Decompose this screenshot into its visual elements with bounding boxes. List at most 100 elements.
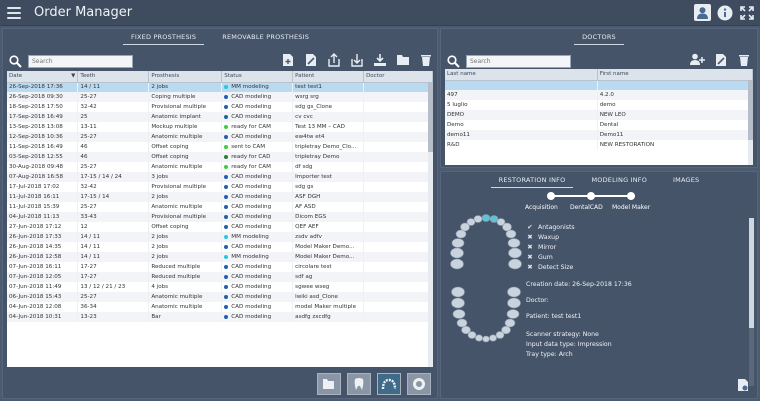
search-icon[interactable]: [447, 54, 460, 68]
table-row[interactable]: 27-Jun-2018 17:12 12 Offset coping CAD mode…: [7, 222, 433, 232]
edit-order-icon[interactable]: [302, 51, 319, 68]
table-row[interactable]: DEMO NEW LEO: [445, 110, 753, 120]
table-row[interactable]: 11-Sep-2018 16:49 46 Offset coping sent to …: [7, 142, 433, 152]
cell-patient: circolare test: [292, 262, 365, 272]
table-row[interactable]: demo11 Demo11: [445, 130, 753, 140]
info-icon[interactable]: [716, 4, 733, 21]
cell-patient: Model Maker Demo...: [292, 252, 365, 262]
cell-doctor: [363, 112, 433, 122]
orders-scrollbar[interactable]: [428, 82, 433, 367]
doctors-scrollbar-thumb[interactable]: [748, 80, 753, 140]
report-icon[interactable]: [737, 378, 749, 394]
add-doctor-icon[interactable]: [689, 51, 706, 68]
table-row[interactable]: 04-Jun-2018 10:31 13-23 Bar CAD modeling asd…: [7, 312, 433, 322]
folder-icon[interactable]: [394, 51, 411, 68]
status-dot: [224, 274, 229, 279]
view-buttons: [317, 373, 431, 395]
restoration-details: ✔ Antagonists ✖ Waxup ✖ Mirror ✖ Gum ✖ Detect…: [526, 222, 741, 360]
table-row[interactable]: 07-Aug-2018 16:58 17-15 / 14 / 24 3 jobs CA…: [7, 172, 433, 182]
status-dot: [224, 164, 229, 169]
table-row[interactable]: 04-Jun-2018 12:08 36-34 Anatomic multiple C…: [7, 302, 433, 312]
table-row[interactable]: 17-Jul-2018 17:02 32-42 Provisional multip…: [7, 182, 433, 192]
table-row[interactable]: 07-Jun-2018 11:49 13 / 12 / 21 / 23 4 jobs…: [7, 282, 433, 292]
table-row[interactable]: 17-Sep-2018 16:49 25 Anatomic implant CAD m…: [7, 112, 433, 122]
table-row[interactable]: 13-Sep-2018 13:08 13-11 Mockup multiple rea…: [7, 122, 433, 132]
user-icon[interactable]: [694, 4, 711, 21]
cell-date: 26-Jun-2018 17:33: [7, 232, 79, 242]
table-row[interactable]: 26-Jun-2018 17:33 14 / 11 2 jobs MM modelin…: [7, 232, 433, 242]
cell-status: ready for CAM: [221, 162, 294, 172]
table-row[interactable]: 5 luglio demo: [445, 100, 753, 110]
tab-removable-prosthesis[interactable]: REMOVABLE PROSTHESIS: [214, 31, 317, 45]
scan-view-button[interactable]: [407, 373, 431, 395]
cell-first-name: Demo11: [597, 130, 753, 140]
fullscreen-icon[interactable]: [738, 4, 755, 21]
table-row[interactable]: Demo Dental: [445, 120, 753, 130]
table-row[interactable]: 26-Sep-2018 17:36 14 / 11 2 jobs MM modelin…: [7, 82, 433, 92]
new-order-icon[interactable]: [279, 51, 296, 68]
cell-date: 04-Jul-2018 11:13: [7, 212, 79, 222]
table-row[interactable]: 12-Sep-2018 10:36 25-27 Anatomic multiple C…: [7, 132, 433, 142]
column-patient[interactable]: Patient: [292, 71, 365, 83]
info-scrollbar[interactable]: [749, 218, 754, 386]
cell-teeth: 17-27: [77, 272, 150, 282]
table-row[interactable]: 497 4.2.0: [445, 90, 753, 100]
table-row[interactable]: 11-Jul-2018 16:11 17-15 / 14 2 jobs CAD mod…: [7, 192, 433, 202]
column-last-name[interactable]: Last name: [445, 69, 598, 81]
orders-scrollbar-thumb[interactable]: [428, 82, 433, 152]
doctors-scrollbar[interactable]: [748, 80, 753, 165]
info-scrollbar-thumb[interactable]: [749, 218, 754, 328]
table-row[interactable]: 03-Sep-2018 12:55 46 Offset coping ready fo…: [7, 152, 433, 162]
tab-images[interactable]: IMAGES: [665, 174, 707, 188]
table-row[interactable]: 26-Sep-2018 09:30 25-27 Coping multiple CAD…: [7, 92, 433, 102]
column-first-name[interactable]: First name: [597, 69, 753, 81]
cell-prosthesis: Anatomic multiple: [148, 162, 223, 172]
edit-doctor-icon[interactable]: [712, 51, 729, 68]
prosthesis-tabs: FIXED PROSTHESIS REMOVABLE PROSTHESIS: [3, 31, 437, 45]
column-prosthesis[interactable]: Prosthesis: [148, 71, 223, 83]
table-row[interactable]: 07-Jun-2018 12:05 17-27 Reduced multiple CA…: [7, 272, 433, 282]
arch-view-button[interactable]: [377, 373, 401, 395]
cell-doctor: [363, 102, 433, 112]
tab-fixed-prosthesis[interactable]: FIXED PROSTHESIS: [122, 31, 205, 45]
delete-icon[interactable]: [417, 51, 434, 68]
cell-patient: wsrg srg: [292, 92, 365, 102]
tab-doctors[interactable]: DOCTORS: [574, 31, 624, 45]
delete-doctor-icon[interactable]: [735, 51, 752, 68]
cell-status: CAD modeling: [221, 292, 294, 302]
creation-date: Creation date: 26-Sep-2018 17:36: [526, 281, 632, 288]
status-text: CAD modeling: [231, 304, 272, 310]
cell-teeth: 12: [77, 222, 150, 232]
menu-icon[interactable]: [7, 7, 21, 19]
column-teeth[interactable]: Teeth: [77, 71, 150, 83]
download-icon[interactable]: [371, 51, 388, 68]
orders-search-input[interactable]: [28, 54, 133, 68]
import-icon[interactable]: [348, 51, 365, 68]
table-row[interactable]: 04-Jul-2018 11:13 33-43 Provisional multip…: [7, 212, 433, 222]
cell-patient: df sdg: [292, 162, 365, 172]
table-row[interactable]: 18-Sep-2018 17:50 32-42 Provisional multip…: [7, 102, 433, 112]
table-row[interactable]: 06-Jun-2018 15:43 25-27 Anatomic multiple C…: [7, 292, 433, 302]
status-text: ready for CAM: [231, 164, 271, 170]
table-row[interactable]: 07-Jun-2018 16:11 17-27 Reduced multiple CA…: [7, 262, 433, 272]
doctors-search-input[interactable]: [466, 54, 571, 68]
cell-doctor: [363, 152, 433, 162]
tooth-view-button[interactable]: [347, 373, 371, 395]
column-doctor[interactable]: Doctor: [363, 71, 433, 83]
tab-restoration-info[interactable]: RESTORATION INFO: [490, 174, 574, 188]
table-row[interactable]: 26-Jun-2018 12:58 14 / 11 2 jobs MM modelin…: [7, 252, 433, 262]
table-row[interactable]: R&D NEW RESTORATION: [445, 140, 753, 150]
column-date[interactable]: Date ▼: [7, 71, 79, 83]
cell-doctor: [363, 172, 433, 182]
search-icon[interactable]: [9, 54, 22, 68]
table-row[interactable]: 26-Jun-2018 14:35 14 / 11 2 jobs CAD modeli…: [7, 242, 433, 252]
tab-modeling-info[interactable]: MODELING INFO: [583, 174, 655, 188]
orders-panel: FIXED PROSTHESIS REMOVABLE PROSTHESIS Da…: [2, 28, 438, 399]
open-folder-button[interactable]: [317, 373, 341, 395]
table-row[interactable]: 30-Aug-2018 09:48 25-27 Anatomic multiple r…: [7, 162, 433, 172]
cell-doctor: [363, 282, 433, 292]
table-row[interactable]: 11-Jul-2018 15:39 25-27 Anatomic multiple C…: [7, 202, 433, 212]
table-row[interactable]: [445, 80, 753, 90]
column-status[interactable]: Status: [221, 71, 294, 83]
export-icon[interactable]: [325, 51, 342, 68]
